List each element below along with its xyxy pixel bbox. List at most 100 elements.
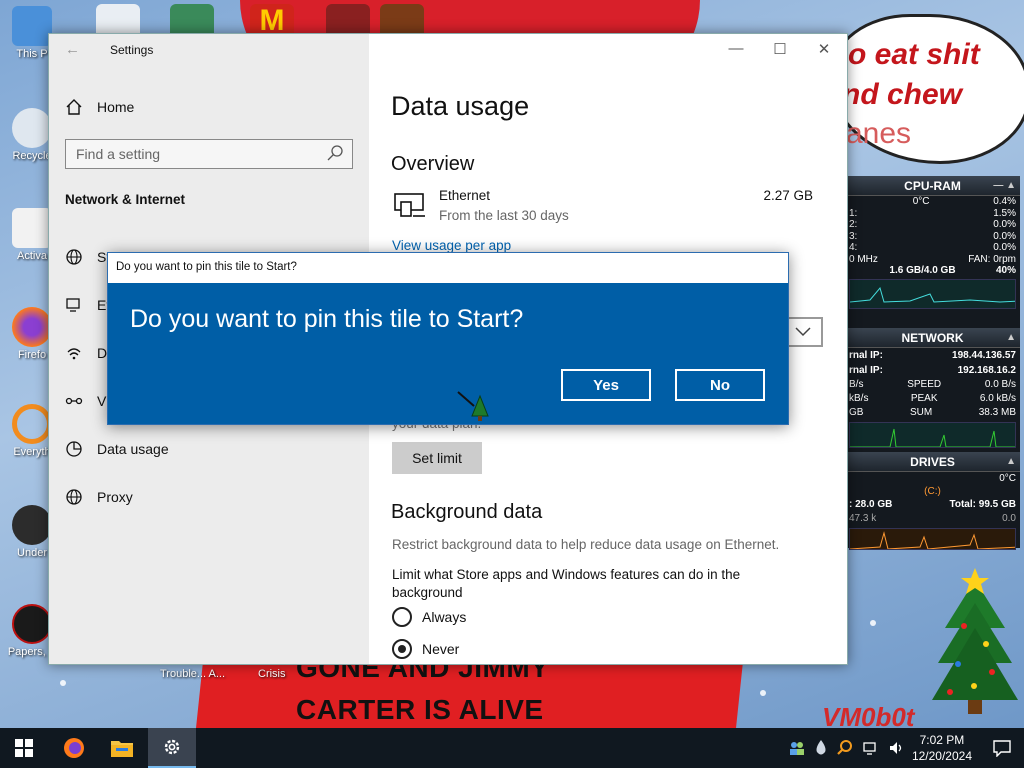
radio-always[interactable]: Always bbox=[392, 607, 466, 627]
sidebar-item-ethernet[interactable]: Et bbox=[65, 296, 110, 314]
monitor-icon bbox=[66, 298, 80, 312]
gadget-header: DRIVES ▲ bbox=[845, 452, 1020, 472]
dialup-icon bbox=[67, 348, 81, 360]
core-label: 4: bbox=[849, 242, 858, 253]
sidebar-item-label: Proxy bbox=[97, 489, 133, 505]
vpn-icon bbox=[65, 397, 83, 405]
back-arrow-icon[interactable]: ← bbox=[65, 41, 80, 58]
gadget-header: CPU-RAM — ▲ bbox=[845, 176, 1020, 196]
start-button[interactable] bbox=[0, 728, 48, 768]
sidebar-item-vpn[interactable]: VI bbox=[65, 392, 110, 410]
net-sum-label: SUM bbox=[909, 407, 933, 418]
radio-button-selected[interactable] bbox=[392, 639, 412, 659]
ethernet-period: From the last 30 days bbox=[439, 208, 569, 223]
cpu-ram-gadget: CPU-RAM — ▲ 0°C 0.4% 1: 1.5% 2: 0.0% 3: 0.0% … bbox=[845, 176, 1020, 328]
taskbar-file-explorer[interactable] bbox=[98, 728, 146, 768]
desktop-icon-label[interactable]: Crisis bbox=[258, 668, 286, 680]
int-ip-value: 192.168.16.2 bbox=[957, 365, 1016, 376]
clock-time: 7:02 PM bbox=[919, 733, 965, 747]
pin-to-start-dialog: Do you want to pin this tile to Start? D… bbox=[107, 252, 789, 425]
background-data-heading: Background data bbox=[391, 501, 543, 523]
globe-icon bbox=[66, 249, 82, 265]
net-speed-left: B/s bbox=[849, 379, 864, 390]
wallpaper-signature: VM0b0t bbox=[822, 702, 915, 728]
search-tray-icon[interactable] bbox=[836, 739, 854, 757]
undertale-icon bbox=[12, 505, 52, 545]
radio-button[interactable] bbox=[392, 607, 412, 627]
window-title: Settings bbox=[110, 43, 154, 57]
desktop-icon-label: Recycle bbox=[12, 150, 52, 162]
ethernet-icon bbox=[394, 193, 425, 217]
taskbar: 7:02 PM 12/20/2024 bbox=[0, 728, 1024, 768]
ext-ip-value: 198.44.136.57 bbox=[952, 350, 1016, 361]
net-speed-right: 0.0 B/s bbox=[984, 379, 1016, 390]
network-dropdown[interactable] bbox=[783, 317, 823, 347]
core-label: 3: bbox=[849, 230, 858, 242]
desktop-icon-label: Firefo bbox=[17, 349, 47, 361]
drives-gadget: DRIVES ▲ 0°C (C:) : 28.0 GB Total: 99.5 GB… bbox=[845, 452, 1020, 550]
action-center-button[interactable] bbox=[992, 728, 1012, 768]
ethernet-usage: 2.27 GB bbox=[763, 188, 813, 203]
set-limit-button[interactable]: Set limit bbox=[392, 442, 482, 474]
drive-io-left: 47.3 k bbox=[849, 513, 877, 524]
drive-used: : 28.0 GB bbox=[849, 499, 893, 510]
desktop-icon-label: This P bbox=[16, 48, 48, 60]
folder-icon bbox=[111, 741, 133, 757]
taskbar-settings[interactable] bbox=[148, 728, 196, 768]
background-limit-label: Limit what Store apps and Windows featur… bbox=[392, 567, 741, 600]
net-peak-right: 6.0 kB/s bbox=[979, 393, 1016, 404]
wallpaper-text: CARTER IS ALIVE bbox=[296, 694, 544, 725]
network-graph bbox=[849, 422, 1016, 448]
ethernet-name: Ethernet bbox=[439, 188, 491, 203]
firefox-icon bbox=[12, 307, 52, 347]
drive-temp: 0°C bbox=[999, 473, 1016, 484]
gadget-title: CPU-RAM bbox=[904, 179, 961, 193]
sidebar-item-data-usage[interactable]: Data usage bbox=[65, 440, 169, 458]
gadget-title: NETWORK bbox=[901, 331, 964, 345]
sidebar-item-status[interactable]: St bbox=[65, 248, 110, 266]
computer-icon bbox=[12, 6, 52, 46]
category-heading: Network & Internet bbox=[65, 192, 186, 207]
gadget-controls[interactable]: ▲ bbox=[1006, 452, 1016, 472]
sidebar-item-dialup[interactable]: Di bbox=[65, 344, 110, 362]
volume-icon[interactable] bbox=[888, 739, 906, 757]
home-nav-item[interactable]: Home bbox=[65, 98, 134, 116]
core-label: 2: bbox=[849, 219, 858, 230]
find-setting-input[interactable]: Find a setting bbox=[65, 139, 353, 169]
yes-button[interactable]: Yes bbox=[561, 369, 651, 401]
ram-percent: 40% bbox=[995, 265, 1016, 276]
cpu-graph bbox=[849, 278, 1016, 309]
gear-icon bbox=[164, 739, 180, 755]
people-icon[interactable] bbox=[788, 739, 806, 757]
core-value: 1.5% bbox=[993, 207, 1016, 219]
radio-never[interactable]: Never bbox=[392, 639, 459, 659]
gadget-controls[interactable]: — ▲ bbox=[993, 176, 1016, 196]
taskbar-firefox[interactable] bbox=[50, 728, 98, 768]
network-tray-icon[interactable] bbox=[862, 739, 880, 757]
clock-date: 12/20/2024 bbox=[911, 749, 972, 763]
net-peak-left: kB/s bbox=[849, 393, 869, 404]
page-title: Data usage bbox=[391, 91, 530, 121]
no-button[interactable]: No bbox=[675, 369, 765, 401]
overview-heading: Overview bbox=[391, 153, 475, 175]
speech-text: o eat shit bbox=[848, 38, 980, 71]
speech-text: anes bbox=[846, 117, 912, 150]
int-ip-label: rnal IP: bbox=[849, 365, 883, 376]
core-value: 0.0% bbox=[993, 230, 1016, 242]
cpu-temp: 0°C bbox=[912, 196, 930, 207]
snowflake bbox=[760, 690, 766, 696]
drive-total: Total: 99.5 GB bbox=[949, 499, 1017, 510]
snowflake bbox=[870, 620, 876, 626]
speech-text: nd chew bbox=[842, 78, 963, 111]
drives-graph bbox=[849, 528, 1016, 550]
droplet-icon[interactable] bbox=[814, 739, 828, 757]
gadget-controls[interactable]: ▲ bbox=[1006, 328, 1016, 348]
desktop-icon-label[interactable]: Trouble... A... bbox=[160, 668, 225, 680]
cpu-freq: 0 MHz bbox=[849, 253, 878, 265]
sidebar-item-proxy[interactable]: Proxy bbox=[65, 488, 133, 506]
taskbar-clock[interactable]: 7:02 PM 12/20/2024 bbox=[912, 732, 972, 764]
papers-please-icon bbox=[12, 604, 52, 644]
pie-icon bbox=[66, 441, 82, 457]
drive-io-right: 0.0 bbox=[1002, 513, 1016, 524]
view-usage-link[interactable]: View usage per app bbox=[392, 238, 511, 253]
